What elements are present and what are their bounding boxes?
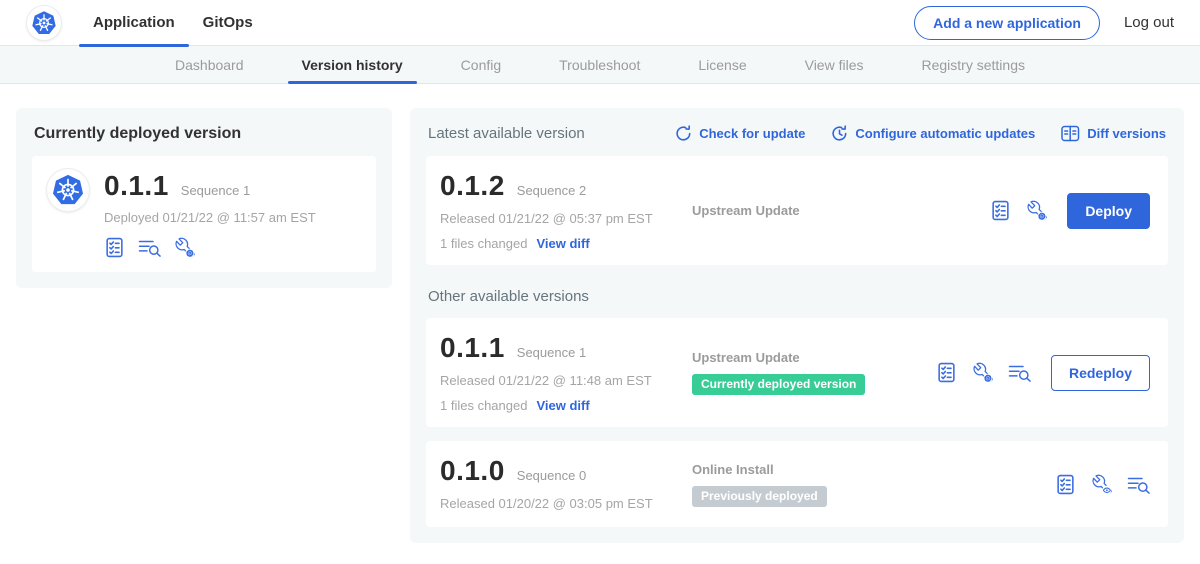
version-card-0-1-2: 0.1.2 Sequence 2 Released 01/21/22 @ 05:… [426, 156, 1168, 265]
latest-version-heading: Latest available version [428, 125, 585, 142]
latest-version-header: Latest available version Check for updat… [428, 125, 1166, 142]
view-config-icon[interactable] [1091, 474, 1112, 495]
view-diff-link[interactable]: View diff [536, 398, 589, 413]
subnav-version-history[interactable]: Version history [288, 46, 417, 83]
deployed-actions [104, 237, 316, 258]
version-history-panel: Latest available version Check for updat… [410, 108, 1184, 543]
version-card-0-1-1: 0.1.1 Sequence 1 Released 01/21/22 @ 11:… [426, 318, 1168, 427]
app-logo[interactable] [26, 5, 62, 41]
deployed-version-number: 0.1.1 [104, 170, 169, 202]
subnav-troubleshoot[interactable]: Troubleshoot [545, 46, 654, 83]
version-actions [1055, 474, 1150, 495]
subnav-config[interactable]: Config [447, 46, 515, 83]
auto-update-icon [831, 125, 848, 142]
subnav-registry-settings[interactable]: Registry settings [908, 46, 1039, 83]
version-status: Online Install Previously deployed [692, 462, 1055, 507]
add-application-button[interactable]: Add a new application [914, 6, 1100, 40]
deployed-version-card: 0.1.1 Sequence 1 Deployed 01/21/22 @ 11:… [32, 156, 376, 272]
check-for-update-link[interactable]: Check for update [675, 125, 805, 142]
subnav-dashboard[interactable]: Dashboard [161, 46, 258, 83]
header-actions: Check for update Configure automatic upd… [675, 125, 1166, 142]
version-info: 0.1.0 Sequence 0 Released 01/20/22 @ 03:… [440, 455, 692, 513]
deploy-button[interactable]: Deploy [1067, 193, 1150, 229]
diff-versions-label: Diff versions [1087, 126, 1166, 141]
version-source-label: Online Install [692, 462, 1055, 477]
sequence-label: Sequence 0 [517, 468, 586, 483]
other-versions-heading: Other available versions [428, 288, 1166, 305]
tab-gitops[interactable]: GitOps [189, 0, 267, 46]
configure-automatic-updates-label: Configure automatic updates [855, 126, 1035, 141]
files-changed-label: 1 files changed [440, 236, 527, 251]
sequence-label: Sequence 2 [517, 183, 586, 198]
version-source-label: Upstream Update [692, 350, 936, 365]
released-date: Released 01/21/22 @ 05:37 pm EST [440, 211, 692, 226]
released-date: Released 01/20/22 @ 03:05 pm EST [440, 496, 692, 511]
app-subnav: Dashboard Version history Config Trouble… [0, 46, 1200, 84]
preflight-checks-icon[interactable] [1055, 474, 1076, 495]
diff-versions-link[interactable]: Diff versions [1061, 125, 1166, 142]
app-nav-tabs: Application GitOps [79, 0, 267, 46]
version-number: 0.1.1 [440, 332, 505, 364]
configure-automatic-updates-link[interactable]: Configure automatic updates [831, 125, 1035, 142]
check-for-update-label: Check for update [699, 126, 805, 141]
tab-application[interactable]: Application [79, 0, 189, 46]
version-source-label: Upstream Update [692, 203, 990, 218]
preflight-checks-icon[interactable] [990, 200, 1011, 221]
navbar-right: Add a new application Log out [914, 6, 1174, 40]
view-logs-icon[interactable] [1008, 362, 1031, 383]
main-content: Currently deployed version 0.1.1 Sequenc… [0, 84, 1200, 543]
deployed-date: Deployed 01/21/22 @ 11:57 am EST [104, 210, 316, 225]
redeploy-button[interactable]: Redeploy [1051, 355, 1150, 391]
view-logs-icon[interactable] [138, 237, 161, 258]
app-version-logo [46, 168, 90, 212]
version-status: Upstream Update Currently deployed versi… [692, 350, 936, 395]
diff-icon [1061, 125, 1080, 142]
version-card-0-1-0: 0.1.0 Sequence 0 Released 01/20/22 @ 03:… [426, 441, 1168, 527]
files-changed-label: 1 files changed [440, 398, 527, 413]
version-info: 0.1.2 Sequence 2 Released 01/21/22 @ 05:… [440, 170, 692, 251]
currently-deployed-panel: Currently deployed version 0.1.1 Sequenc… [16, 108, 392, 288]
currently-deployed-title: Currently deployed version [34, 125, 374, 143]
version-actions: Redeploy [936, 355, 1150, 391]
edit-config-icon[interactable] [972, 362, 993, 383]
version-number: 0.1.2 [440, 170, 505, 202]
previously-deployed-badge: Previously deployed [692, 486, 827, 507]
refresh-icon [675, 125, 692, 142]
sequence-label: Sequence 1 [517, 345, 586, 360]
kubernetes-logo-icon [30, 9, 58, 37]
logout-link[interactable]: Log out [1124, 14, 1174, 31]
edit-config-icon[interactable] [1026, 200, 1047, 221]
preflight-checks-icon[interactable] [104, 237, 125, 258]
subnav-license[interactable]: License [684, 46, 760, 83]
version-actions: Deploy [990, 193, 1150, 229]
released-date: Released 01/21/22 @ 11:48 am EST [440, 373, 692, 388]
deployed-sequence-label: Sequence 1 [181, 183, 250, 198]
version-info: 0.1.1 Sequence 1 Released 01/21/22 @ 11:… [440, 332, 692, 413]
top-navbar: Application GitOps Add a new application… [0, 0, 1200, 46]
view-diff-link[interactable]: View diff [536, 236, 589, 251]
preflight-checks-icon[interactable] [936, 362, 957, 383]
kubernetes-logo-icon [50, 172, 86, 208]
deployed-version-info: 0.1.1 Sequence 1 Deployed 01/21/22 @ 11:… [104, 168, 316, 258]
currently-deployed-badge: Currently deployed version [692, 374, 865, 395]
subnav-view-files[interactable]: View files [791, 46, 878, 83]
view-logs-icon[interactable] [1127, 474, 1150, 495]
edit-config-icon[interactable] [174, 237, 195, 258]
version-status: Upstream Update [692, 203, 990, 218]
version-number: 0.1.0 [440, 455, 505, 487]
